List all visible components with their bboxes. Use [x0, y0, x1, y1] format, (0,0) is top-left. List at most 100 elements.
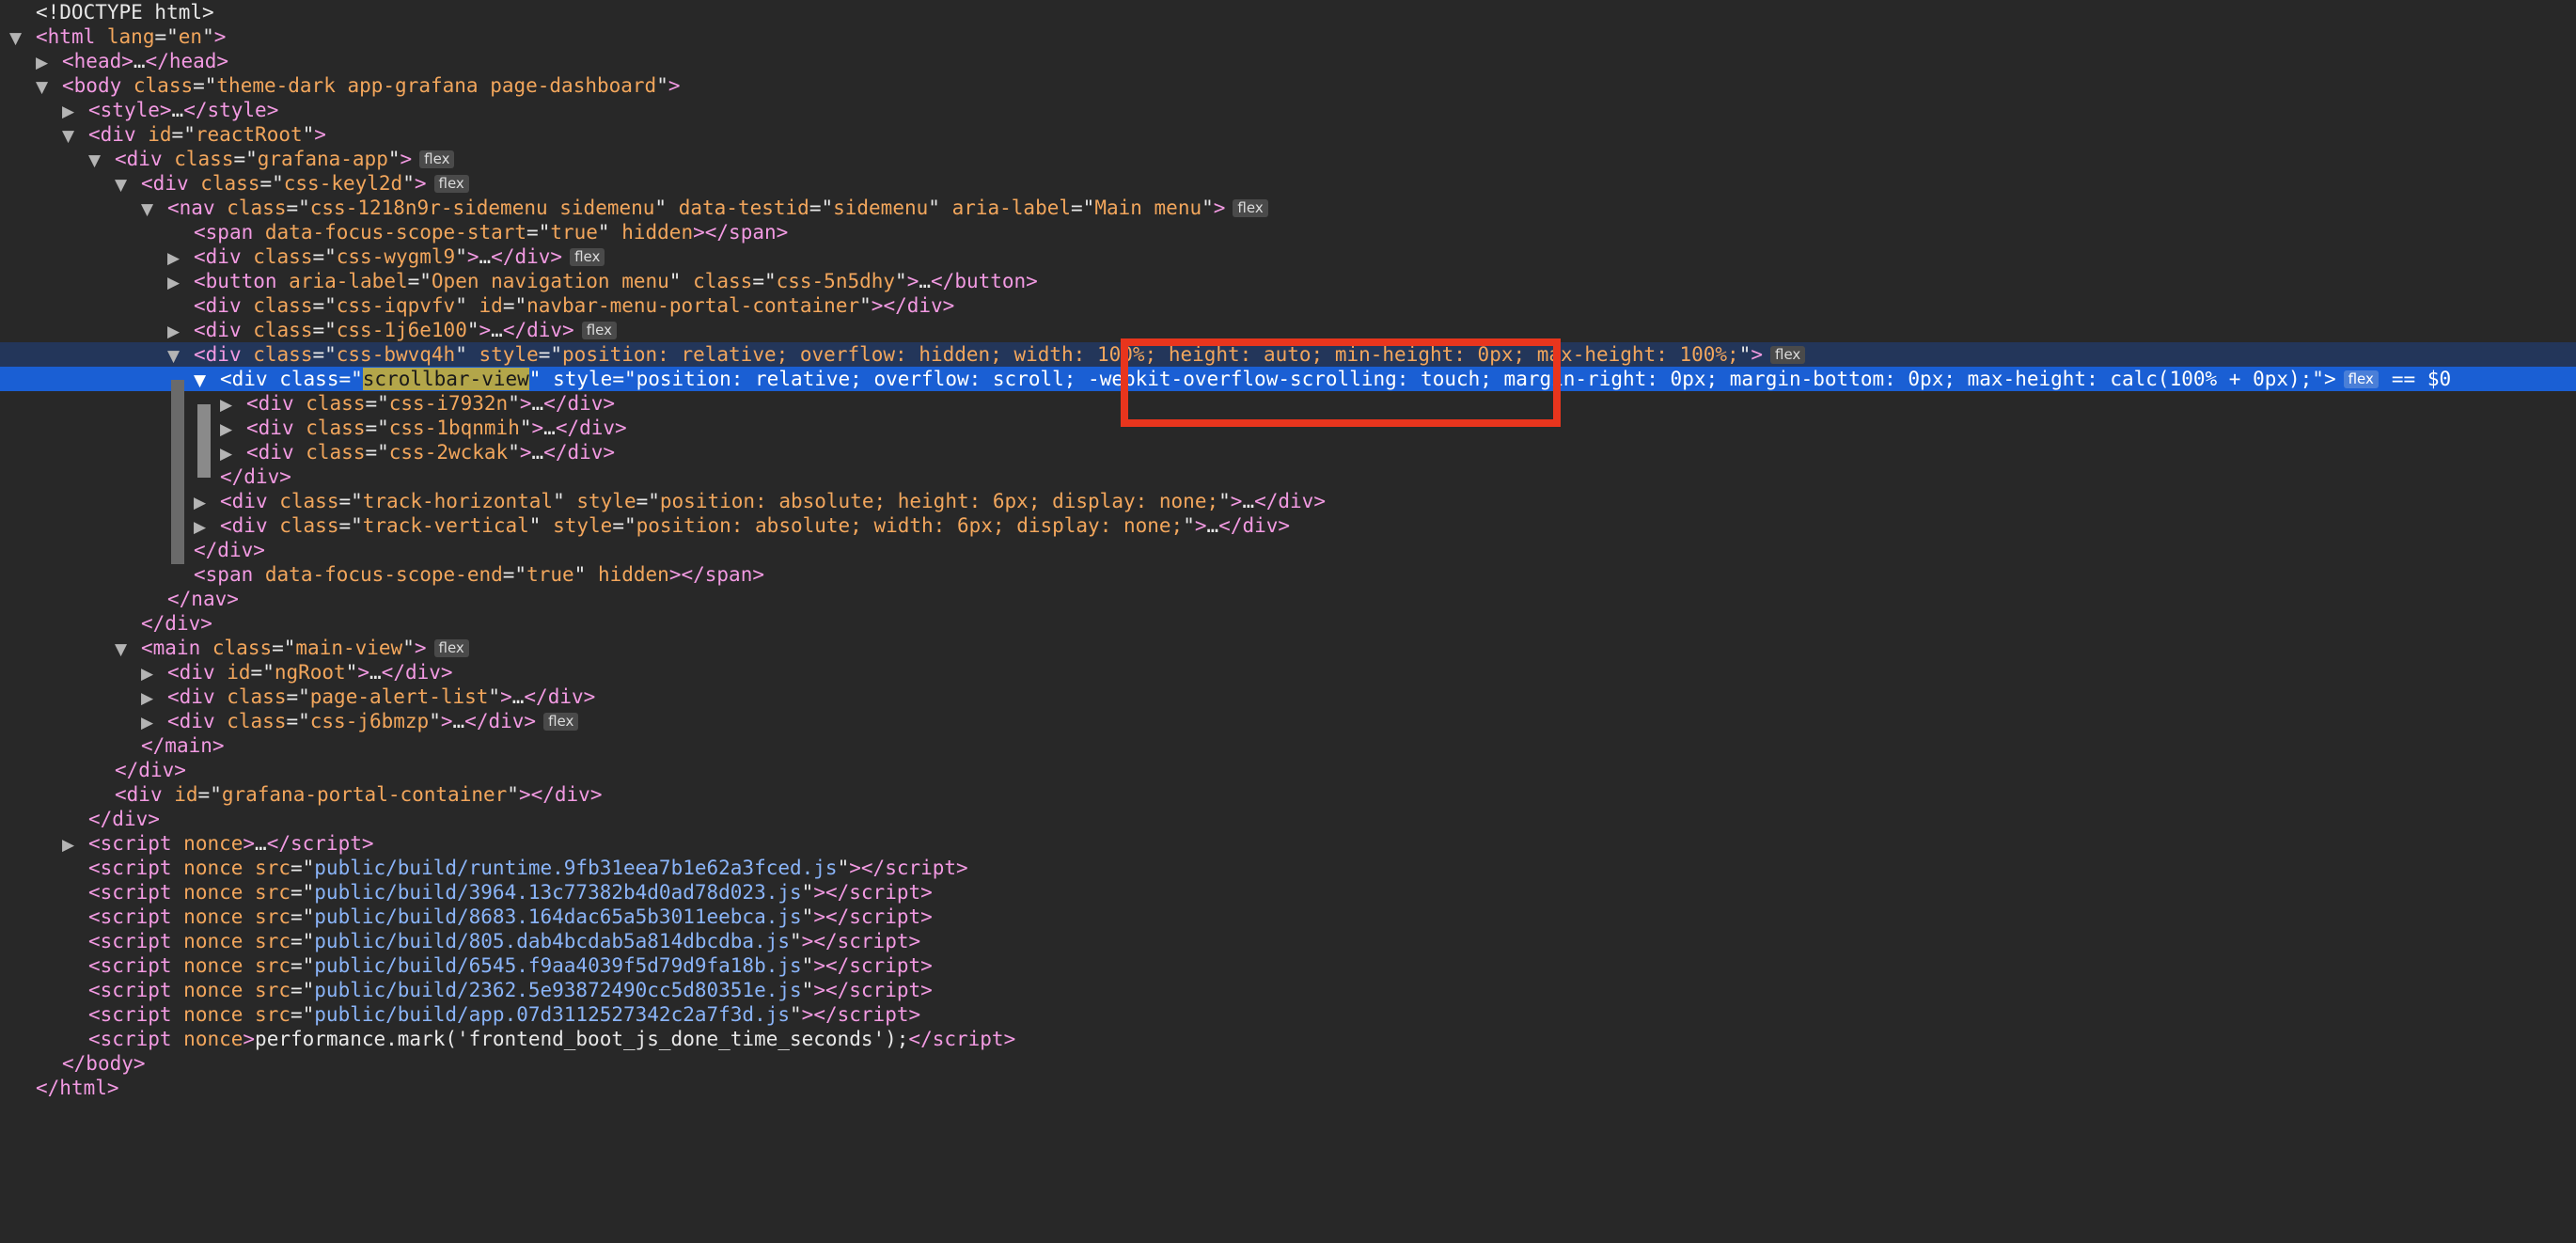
- dom-node-row[interactable]: ▶ <div class="css-1bqnmih">…</div>: [0, 416, 2576, 440]
- dom-node-row[interactable]: <span data-focus-scope-start="true" hidd…: [0, 220, 2576, 244]
- attribute-name[interactable]: nonce: [183, 1003, 243, 1026]
- expand-triangle-closed-icon[interactable]: ▶: [36, 51, 62, 75]
- dom-node-row[interactable]: ▼ <nav class="css-1218n9r-sidemenu sideme…: [0, 196, 2576, 220]
- dom-node-row[interactable]: ▼ <div class="css-bwvq4h" style="position…: [0, 342, 2576, 367]
- attribute-name[interactable]: src: [255, 979, 291, 1001]
- expand-triangle-open-icon[interactable]: ▼: [167, 344, 194, 369]
- attribute-name[interactable]: src: [255, 954, 291, 977]
- attribute-value[interactable]: Open navigation menu: [432, 270, 669, 292]
- expand-triangle-open-icon[interactable]: ▼: [141, 197, 167, 222]
- attribute-name[interactable]: class: [227, 197, 286, 219]
- attribute-name[interactable]: class: [253, 319, 312, 341]
- attribute-value[interactable]: scrollbar-view: [362, 368, 529, 390]
- attribute-name[interactable]: class: [253, 343, 312, 366]
- attribute-value[interactable]: main-view: [295, 637, 402, 659]
- attribute-value[interactable]: grafana-portal-container: [222, 783, 507, 806]
- attribute-value[interactable]: page-alert-list: [310, 685, 489, 708]
- attribute-name[interactable]: src: [255, 857, 291, 879]
- attribute-name[interactable]: class: [200, 172, 259, 195]
- expand-triangle-closed-icon[interactable]: ▶: [194, 491, 220, 515]
- dom-node-row[interactable]: <script nonce src="public/build/runtime.…: [0, 856, 2576, 880]
- attribute-name[interactable]: class: [134, 74, 193, 97]
- attribute-value-link[interactable]: public/build/app.07d3112527342c2a7f3d.js: [314, 1003, 790, 1026]
- dom-node-row[interactable]: ▼ <main class="main-view"> flex: [0, 636, 2576, 660]
- dom-node-row[interactable]: ▶ <button aria-label="Open navigation men…: [0, 269, 2576, 293]
- expand-triangle-open-icon[interactable]: ▼: [9, 26, 36, 51]
- flex-badge[interactable]: flex: [419, 150, 455, 168]
- dom-node-row[interactable]: ▼ <div class="css-keyl2d"> flex: [0, 171, 2576, 196]
- flex-badge[interactable]: flex: [543, 713, 579, 731]
- attribute-value[interactable]: css-2wckak: [389, 441, 508, 464]
- attribute-name[interactable]: class: [212, 637, 272, 659]
- attribute-name[interactable]: data-focus-scope-end: [265, 563, 503, 586]
- attribute-value-link[interactable]: public/build/6545.f9aa4039f5d79d9fa18b.j…: [314, 954, 801, 977]
- attribute-name[interactable]: nonce: [183, 857, 243, 879]
- attribute-name[interactable]: src: [255, 881, 291, 904]
- attribute-value[interactable]: css-1j6e100: [337, 319, 467, 341]
- attribute-name[interactable]: class: [306, 417, 365, 439]
- attribute-name[interactable]: id: [227, 661, 250, 684]
- dom-node-row[interactable]: </div>: [0, 611, 2576, 636]
- attribute-value[interactable]: track-horizontal: [363, 490, 553, 512]
- attribute-name[interactable]: style: [479, 343, 539, 366]
- attribute-name[interactable]: nonce: [183, 1028, 243, 1050]
- dom-node-row[interactable]: ▼ <body class="theme-dark app-grafana pag…: [0, 73, 2576, 98]
- attribute-value[interactable]: sidemenu: [833, 197, 928, 219]
- dom-node-row[interactable]: </div>: [0, 538, 2576, 562]
- attribute-value[interactable]: grafana-app: [258, 148, 388, 170]
- attribute-name[interactable]: class: [227, 685, 286, 708]
- attribute-value[interactable]: ngRoot: [275, 661, 346, 684]
- expand-triangle-open-icon[interactable]: ▼: [36, 75, 62, 100]
- dom-node-row[interactable]: <script nonce>performance.mark('frontend…: [0, 1027, 2576, 1051]
- dom-node-row[interactable]: </div>: [0, 807, 2576, 831]
- attribute-name[interactable]: nonce: [183, 905, 243, 928]
- expand-triangle-closed-icon[interactable]: ▶: [220, 417, 246, 442]
- attribute-value[interactable]: css-j6bmzp: [310, 710, 429, 732]
- expand-triangle-closed-icon[interactable]: ▶: [141, 686, 167, 711]
- expand-triangle-closed-icon[interactable]: ▶: [220, 442, 246, 466]
- dom-node-row[interactable]: <script nonce src="public/build/app.07d3…: [0, 1002, 2576, 1027]
- dom-node-row[interactable]: ▶ <div class="css-wygml9">…</div> flex: [0, 244, 2576, 269]
- expand-triangle-open-icon[interactable]: ▼: [62, 124, 88, 149]
- attribute-value[interactable]: css-bwvq4h: [337, 343, 455, 366]
- attribute-name[interactable]: class: [693, 270, 752, 292]
- expand-triangle-open-icon[interactable]: ▼: [194, 369, 220, 393]
- dom-node-row[interactable]: <div id="grafana-portal-container"></div…: [0, 782, 2576, 807]
- attribute-value[interactable]: track-vertical: [363, 514, 529, 537]
- attribute-name[interactable]: style: [553, 514, 612, 537]
- dom-node-row[interactable]: ▶ <div class="track-vertical" style="posi…: [0, 513, 2576, 538]
- flex-badge[interactable]: flex: [1233, 199, 1268, 217]
- dom-node-row[interactable]: ▶ <div class="css-j6bmzp">…</div> flex: [0, 709, 2576, 733]
- attribute-name[interactable]: style: [576, 490, 636, 512]
- dom-node-row[interactable]: </body>: [0, 1051, 2576, 1076]
- attribute-value[interactable]: css-1218n9r-sidemenu sidemenu: [310, 197, 655, 219]
- dom-node-row[interactable]: </div>: [0, 758, 2576, 782]
- attribute-value[interactable]: Main menu: [1094, 197, 1202, 219]
- expand-triangle-open-icon[interactable]: ▼: [115, 637, 141, 662]
- flex-badge[interactable]: flex: [581, 322, 617, 339]
- attribute-name[interactable]: class: [279, 490, 338, 512]
- expand-triangle-closed-icon[interactable]: ▶: [141, 711, 167, 735]
- dom-node-row[interactable]: ▶ <div class="css-1j6e100">…</div> flex: [0, 318, 2576, 342]
- flex-badge[interactable]: flex: [433, 639, 469, 657]
- dom-node-row[interactable]: </main>: [0, 733, 2576, 758]
- attribute-name[interactable]: aria-label: [952, 197, 1071, 219]
- dom-node-row[interactable]: ▼ <html lang="en">: [0, 24, 2576, 49]
- dom-node-row[interactable]: <script nonce src="public/build/3964.13c…: [0, 880, 2576, 905]
- attribute-value-link[interactable]: public/build/3964.13c77382b4d0ad78d023.j…: [314, 881, 801, 904]
- dom-node-row[interactable]: ▼ <div id="reactRoot">: [0, 122, 2576, 147]
- dom-node-row[interactable]: <div class="css-iqpvfv" id="navbar-menu-…: [0, 293, 2576, 318]
- attribute-name[interactable]: nonce: [183, 881, 243, 904]
- attribute-value-link[interactable]: public/build/2362.5e93872490cc5d80351e.j…: [314, 979, 801, 1001]
- dom-node-row[interactable]: <script nonce src="public/build/805.dab4…: [0, 929, 2576, 953]
- attribute-name[interactable]: aria-label: [289, 270, 407, 292]
- flex-badge[interactable]: flex: [1770, 346, 1806, 364]
- attribute-name[interactable]: nonce: [183, 954, 243, 977]
- dom-node-row[interactable]: ▼ <div class="grafana-app"> flex: [0, 147, 2576, 171]
- expand-triangle-closed-icon[interactable]: ▶: [167, 271, 194, 295]
- attribute-name[interactable]: class: [306, 441, 365, 464]
- dom-node-row[interactable]: <script nonce src="public/build/8683.164…: [0, 905, 2576, 929]
- attribute-value[interactable]: position: absolute; width: 6px; display:…: [636, 514, 1184, 537]
- dom-node-row[interactable]: ▶ <script nonce>…</script>: [0, 831, 2576, 856]
- attribute-name[interactable]: nonce: [183, 832, 243, 855]
